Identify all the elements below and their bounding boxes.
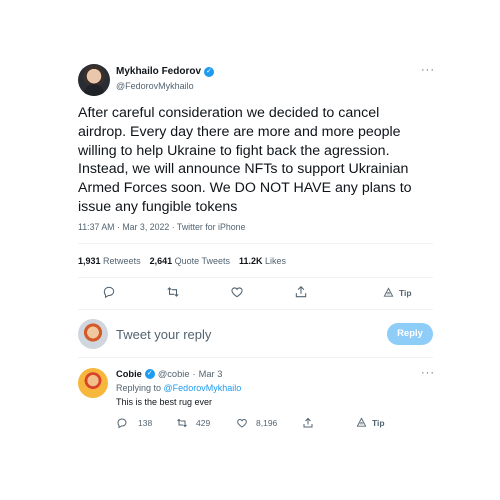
share-button[interactable] xyxy=(294,285,308,299)
quote-tweets-label: Quote Tweets xyxy=(174,256,230,266)
reply-icon xyxy=(117,418,127,429)
reply-author-handle[interactable]: @cobie xyxy=(158,369,190,379)
divider xyxy=(78,277,433,278)
verified-badge-icon: ✓ xyxy=(144,369,155,379)
replying-to-link[interactable]: @FedorovMykhailo xyxy=(164,383,242,393)
reply-retweets-count: 429 xyxy=(196,418,211,428)
quote-tweets-count: 2,641 xyxy=(149,256,173,266)
quote-tweets-stat[interactable]: 2,641 Quote Tweets xyxy=(150,256,230,266)
author-name-row: Mykhailo Fedorov ✓ xyxy=(116,66,215,77)
reply-input[interactable]: Tweet your reply xyxy=(116,327,211,342)
author-name[interactable]: Mykhailo Fedorov xyxy=(116,66,201,77)
reply-reply-button[interactable]: 138 xyxy=(116,417,152,429)
like-button[interactable] xyxy=(230,285,244,299)
heart-icon xyxy=(231,287,243,298)
author-handle[interactable]: @FedorovMykhailo xyxy=(116,81,194,91)
divider xyxy=(78,243,433,244)
share-icon xyxy=(303,417,313,428)
share-icon xyxy=(295,286,307,298)
reply-tip-label: Tip xyxy=(372,417,385,428)
verified-badge-icon: ✓ xyxy=(204,66,215,77)
likes-label: Likes xyxy=(265,256,287,266)
reply-icon xyxy=(103,286,115,299)
tweet-text: After careful consideration we decided t… xyxy=(78,105,412,215)
reply-button[interactable] xyxy=(102,285,116,299)
reply-header: Cobie ✓ @cobie · Mar 3 xyxy=(116,369,222,379)
retweet-icon xyxy=(167,287,179,297)
reply-text: This is the best rug ever xyxy=(116,397,213,407)
retweets-stat[interactable]: 1,931 Retweets xyxy=(78,256,141,266)
tip-icon xyxy=(356,417,367,427)
likes-count: 11.2K xyxy=(239,256,263,266)
reply-likes-count: 8,196 xyxy=(256,418,278,428)
replying-to-label: Replying to xyxy=(116,383,162,393)
tweet-timestamp[interactable]: 11:37 AM · Mar 3, 2022 · Twitter for iPh… xyxy=(78,222,245,232)
divider xyxy=(78,309,433,310)
reply-retweet-button[interactable]: 429 xyxy=(176,417,210,429)
reply-tip-button[interactable]: Tip xyxy=(356,417,385,428)
likes-stat[interactable]: 11.2K Likes xyxy=(239,256,286,266)
retweet-icon xyxy=(177,418,187,428)
retweet-button[interactable] xyxy=(166,285,180,299)
author-avatar[interactable] xyxy=(78,64,110,96)
tip-button[interactable]: Tip xyxy=(383,287,412,298)
heart-icon xyxy=(237,418,247,428)
tweet-stats: 1,931 Retweets 2,641 Quote Tweets 11.2K … xyxy=(78,256,286,266)
retweets-count: 1,931 xyxy=(78,256,101,266)
reply-submit-button[interactable]: Reply xyxy=(387,323,433,345)
tip-label: Tip xyxy=(399,287,412,298)
reply-share-button[interactable] xyxy=(302,417,314,429)
tip-icon xyxy=(383,287,394,297)
reply-replies-count: 138 xyxy=(138,418,153,428)
dot-separator: · xyxy=(192,369,196,379)
divider xyxy=(78,357,433,358)
reply-date[interactable]: Mar 3 xyxy=(199,369,223,379)
retweets-label: Retweets xyxy=(103,256,141,266)
reply-author-name[interactable]: Cobie xyxy=(116,369,142,379)
replying-to: Replying to @FedorovMykhailo xyxy=(116,383,241,393)
current-user-avatar xyxy=(78,319,108,349)
more-options-icon[interactable]: ··· xyxy=(421,64,435,76)
reply-more-options-icon[interactable]: ··· xyxy=(421,367,435,379)
reply-author-avatar[interactable] xyxy=(78,368,108,398)
reply-like-button[interactable]: 8,196 xyxy=(236,417,277,429)
